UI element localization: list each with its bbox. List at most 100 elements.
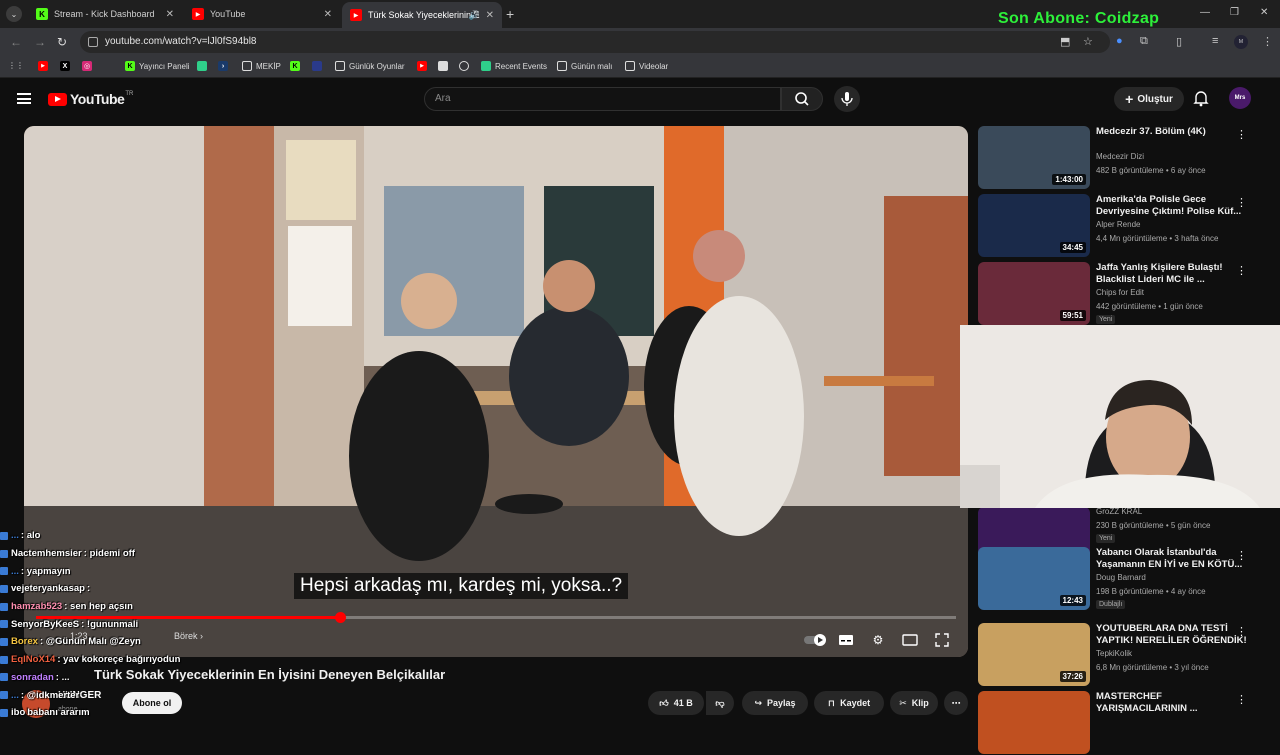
audio-playing-icon[interactable]: 🔊 (469, 10, 480, 21)
more-options-icon[interactable]: ⋮ (1236, 625, 1247, 638)
forward-icon[interactable]: → (34, 35, 46, 49)
bookmark-recent-events[interactable]: Recent Events (481, 61, 547, 71)
like-button[interactable]: 👍︎ 41 B (648, 691, 704, 715)
share-button[interactable]: ↪ Paylaş (742, 691, 808, 715)
bookmark-globe[interactable] (459, 61, 473, 71)
related-video-title[interactable]: YOUTUBERLARA DNA TESTİ YAPTIK! NERELİLER… (1096, 623, 1248, 647)
bookmark-youtube-2[interactable]: ▶ (417, 61, 431, 71)
related-video-title[interactable]: Medcezir 37. Bölüm (4K) (1096, 126, 1248, 138)
bookmark-gunluk-oyunlar[interactable]: Günlük Oyunlar (335, 61, 405, 71)
bookmark-youtube[interactable]: ▶ (38, 61, 52, 71)
related-video-channel[interactable]: Chips for Edit (1096, 288, 1144, 297)
share-icon: ↪ (754, 697, 762, 708)
close-icon[interactable]: ✕ (486, 10, 494, 21)
bookmark-image[interactable] (438, 61, 452, 71)
chat-badge-icon (0, 673, 8, 682)
bookmark-app[interactable] (197, 61, 211, 71)
theater-mode-button[interactable] (896, 629, 924, 651)
clip-button[interactable]: ✂ Klip (890, 691, 938, 715)
bookmark-prime[interactable]: › (218, 61, 232, 71)
related-video-channel[interactable]: Alper Rende (1096, 220, 1140, 229)
apps-icon[interactable]: ⋮⋮ (8, 61, 24, 70)
settings-button[interactable]: ⚙ (864, 629, 892, 651)
bookmark-blue[interactable] (312, 61, 326, 71)
save-button[interactable]: ⊓ Kaydet (814, 691, 884, 715)
bookmark-x[interactable]: X (60, 61, 74, 71)
notifications-button[interactable] (1191, 88, 1211, 108)
close-icon[interactable]: ✕ (324, 9, 332, 20)
youtube-logo[interactable]: YouTube TR (48, 91, 133, 107)
more-options-icon[interactable]: ⋮ (1236, 128, 1247, 141)
new-tab-button[interactable]: + (506, 6, 514, 22)
media-controls-icon[interactable]: ≡ (1212, 35, 1218, 47)
install-icon[interactable]: ⬒ (1060, 35, 1070, 48)
video-thumbnail[interactable]: 37:26 (978, 623, 1090, 686)
tab-youtube[interactable]: ▶ YouTube ✕ (184, 3, 340, 25)
related-video-item[interactable]: 34:45 Amerika'da Polisle Gece Devriyesine… (978, 194, 1272, 258)
bookmark-mekip[interactable]: MEKİP (242, 61, 281, 71)
more-options-icon[interactable]: ⋮ (1236, 693, 1247, 706)
maximize-icon[interactable]: ❐ (1230, 7, 1239, 18)
tab-kick-dashboard[interactable]: K Stream - Kick Dashboard ✕ (28, 3, 182, 25)
search-button[interactable] (781, 87, 823, 111)
close-window-icon[interactable]: ✕ (1260, 7, 1268, 18)
related-video-item[interactable]: 12:43 Yabancı Olarak İstanbul'da Yaşamanı… (978, 547, 1272, 611)
reload-icon[interactable]: ↻ (57, 35, 67, 49)
bookmark-instagram[interactable]: ◎ (82, 61, 96, 71)
related-video-channel[interactable]: TepkiKolik (1096, 649, 1132, 658)
related-video-item[interactable]: MASTERCHEF YARIŞMACILARININ ... ⋮ (978, 691, 1272, 755)
progress-scrubber[interactable] (334, 612, 346, 623)
bookmark-videolar[interactable]: Videolar (625, 61, 668, 71)
more-options-icon[interactable]: ⋮ (1236, 264, 1247, 277)
video-thumbnail[interactable]: 1:43:00 (978, 126, 1090, 189)
thumbs-up-icon: 👍︎ (659, 697, 669, 708)
more-options-icon[interactable]: ⋮ (1236, 549, 1247, 562)
related-video-title[interactable]: Yabancı Olarak İstanbul'da Yaşamanın EN … (1096, 547, 1248, 571)
dislike-button[interactable]: 👎︎ (706, 691, 734, 715)
related-video-item[interactable]: 37:26 YOUTUBERLARA DNA TESTİ YAPTIK! NERE… (978, 623, 1272, 687)
autoplay-toggle[interactable] (802, 629, 830, 651)
related-video-title[interactable]: Amerika'da Polisle Gece Devriyesine Çıkt… (1096, 194, 1248, 218)
bookmark-yayinci-paneli[interactable]: K Yayıncı Paneli (125, 61, 190, 71)
captions-button[interactable] (832, 629, 860, 651)
close-icon[interactable]: ✕ (166, 9, 174, 20)
side-panel-icon[interactable]: ▯ (1176, 35, 1182, 48)
create-button[interactable]: + Oluştur (1114, 87, 1184, 111)
search-input[interactable]: Ara (424, 87, 781, 111)
youtube-header: YouTube TR Ara + Oluştur Mrs (0, 78, 1280, 120)
bookmark-gunun-mali[interactable]: Günün malı (557, 61, 612, 71)
address-bar[interactable]: youtube.com/watch?v=lJl0fS94bl8 (80, 31, 1110, 53)
related-video-item[interactable]: 1:43:00 Medcezir 37. Bölüm (4K) Medcezir D… (978, 126, 1272, 190)
back-icon[interactable]: ← (10, 35, 22, 49)
related-video-item[interactable]: 59:51 Jaffa Yanlış Kişilere Bulaştı! Blac… (978, 262, 1272, 326)
menu-kebab-icon[interactable]: ⋮ (1262, 35, 1273, 48)
bookmark-kick[interactable]: K (290, 61, 304, 71)
prime-icon: › (218, 61, 228, 71)
tab-search-dropdown[interactable]: ⌄ (6, 6, 22, 22)
voice-search-button[interactable] (834, 86, 860, 112)
related-video-channel[interactable]: GroZZ KRAL (1096, 507, 1142, 516)
chat-username: ... (11, 530, 19, 542)
minimize-icon[interactable]: — (1200, 7, 1210, 18)
related-video-title[interactable]: Jaffa Yanlış Kişilere Bulaştı! Blacklist… (1096, 262, 1248, 286)
video-thumbnail[interactable]: 59:51 (978, 262, 1090, 325)
tab-current-video[interactable]: ▶ Türk Sokak Yiyeceklerinin E 🔊 ✕ (342, 2, 502, 28)
bookmark-star-icon[interactable]: ☆ (1083, 35, 1093, 48)
video-thumbnail[interactable]: 12:43 (978, 547, 1090, 610)
chat-text: : @Günün Malı @Zeyn (39, 636, 141, 648)
account-avatar[interactable]: Mrs (1229, 87, 1251, 109)
related-video-channel[interactable]: Doug Barnard (1096, 573, 1146, 582)
related-video-title[interactable]: MASTERCHEF YARIŞMACILARININ ... (1096, 691, 1248, 715)
site-info-icon[interactable] (88, 37, 98, 47)
extension-icon[interactable]: ● (1116, 35, 1123, 47)
menu-icon[interactable] (17, 93, 31, 104)
more-actions-button[interactable]: ⋯ (944, 691, 968, 715)
extensions-icon[interactable]: ⧉ (1140, 35, 1148, 48)
chat-badge-icon (0, 637, 8, 646)
video-thumbnail[interactable] (978, 691, 1090, 754)
fullscreen-button[interactable] (928, 629, 956, 651)
related-video-channel[interactable]: Medcezir Dizi (1096, 152, 1144, 161)
video-thumbnail[interactable]: 34:45 (978, 194, 1090, 257)
more-options-icon[interactable]: ⋮ (1236, 196, 1247, 209)
profile-avatar-icon[interactable]: M (1234, 35, 1248, 49)
